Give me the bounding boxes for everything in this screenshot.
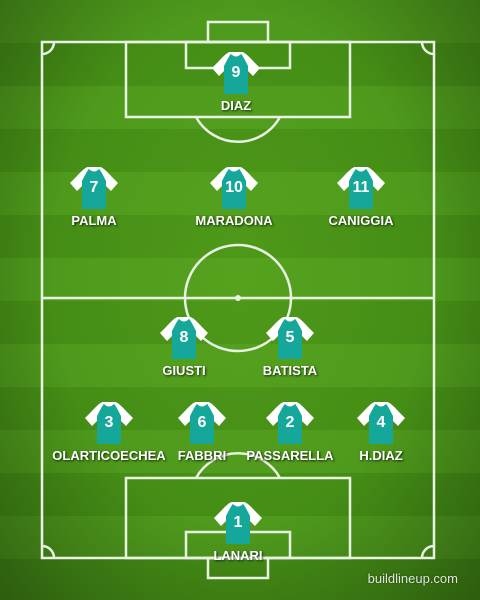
player-number: 2 <box>285 414 295 431</box>
player-card[interactable]: 7 PALMA <box>29 165 159 228</box>
jersey-icon: 1 <box>213 500 263 546</box>
player-number: 10 <box>225 179 243 196</box>
player-name: MARADONA <box>195 213 273 228</box>
player-card[interactable]: 5 BATISTA <box>225 315 355 378</box>
jersey-icon: 7 <box>69 165 119 211</box>
top-goal <box>206 20 270 44</box>
jersey-icon: 11 <box>336 165 386 211</box>
jersey-icon: 9 <box>211 50 261 96</box>
player-number: 9 <box>231 64 241 81</box>
jersey-icon: 2 <box>265 400 315 446</box>
jersey-icon: 10 <box>209 165 259 211</box>
jersey-icon: 5 <box>265 315 315 361</box>
player-number: 7 <box>89 179 99 196</box>
top-penalty-arc <box>194 116 282 144</box>
corner-arc-bottom-left <box>41 544 56 559</box>
pitch: 9 DIAZ 7 PALMA 10 MARADONA 11 CANIGGIA 8… <box>0 0 480 600</box>
player-name: LANARI <box>213 548 263 563</box>
player-number: 8 <box>179 329 189 346</box>
player-name: DIAZ <box>220 98 252 113</box>
center-spot <box>235 295 241 301</box>
player-card[interactable]: 9 DIAZ <box>171 50 301 113</box>
jersey-icon: 3 <box>84 400 134 446</box>
player-name: PALMA <box>71 213 117 228</box>
player-card[interactable]: 11 CANIGGIA <box>296 165 426 228</box>
watermark: buildlineup.com <box>367 571 458 586</box>
corner-arc-top-right <box>420 41 435 56</box>
player-number: 11 <box>352 179 370 196</box>
corner-arc-bottom-right <box>420 544 435 559</box>
player-number: 3 <box>104 414 114 431</box>
player-name: H.DIAZ <box>359 448 403 463</box>
player-number: 4 <box>376 414 386 431</box>
jersey-icon: 6 <box>177 400 227 446</box>
player-name: CANIGGIA <box>328 213 394 228</box>
player-number: 6 <box>197 414 207 431</box>
jersey-icon: 8 <box>159 315 209 361</box>
player-card[interactable]: 1 LANARI <box>173 500 303 563</box>
player-number: 1 <box>233 514 243 531</box>
player-card[interactable]: 4 H.DIAZ <box>316 400 446 463</box>
player-card[interactable]: 10 MARADONA <box>169 165 299 228</box>
corner-arc-top-left <box>41 41 56 56</box>
player-name: BATISTA <box>262 363 318 378</box>
jersey-icon: 4 <box>356 400 406 446</box>
player-number: 5 <box>285 329 295 346</box>
